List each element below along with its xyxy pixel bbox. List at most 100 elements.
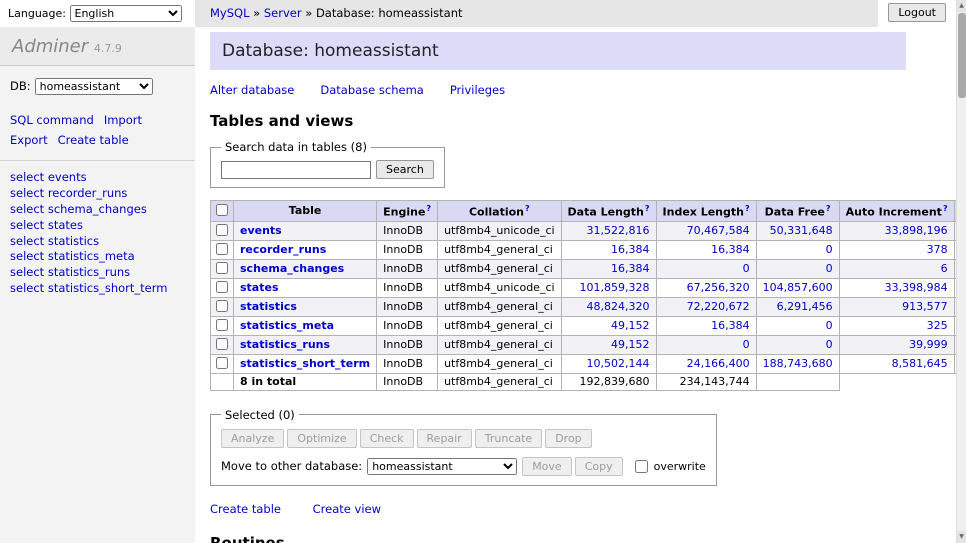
- language-select[interactable]: English: [70, 5, 182, 22]
- data-length-cell-link[interactable]: 16,384: [611, 262, 650, 275]
- move-button[interactable]: Move: [522, 457, 572, 476]
- database-nav-link[interactable]: Database schema: [320, 83, 423, 97]
- index-length-cell-link[interactable]: 72,220,672: [687, 300, 750, 313]
- row-checkbox[interactable]: [216, 243, 228, 255]
- data-length-cell-link[interactable]: 16,384: [611, 243, 650, 256]
- row-checkbox[interactable]: [216, 224, 228, 236]
- scrollbar-thumb[interactable]: [958, 13, 966, 98]
- overwrite-checkbox[interactable]: [635, 460, 648, 473]
- sidebar-select-link[interactable]: select events: [10, 170, 87, 184]
- search-button[interactable]: Search: [376, 160, 434, 179]
- row-checkbox[interactable]: [216, 281, 228, 293]
- sidebar-select-link[interactable]: select statistics_short_term: [10, 281, 167, 295]
- sidebar-action-link[interactable]: Export: [10, 133, 48, 147]
- table-name-link[interactable]: states: [240, 281, 279, 294]
- sidebar-select-link[interactable]: select states: [10, 218, 83, 232]
- table-name-link[interactable]: statistics_meta: [240, 319, 334, 332]
- truncate-button[interactable]: Truncate: [475, 429, 542, 448]
- index-length-cell-link[interactable]: 16,384: [711, 243, 750, 256]
- data-free-cell-link[interactable]: 188,743,680: [763, 357, 833, 370]
- data-free-cell-link[interactable]: 50,331,648: [770, 224, 833, 237]
- collation-cell: utf8mb4_general_ci: [438, 316, 561, 335]
- logout-button[interactable]: Logout: [888, 3, 946, 22]
- table-name-link[interactable]: recorder_runs: [240, 243, 326, 256]
- data-length-cell-link[interactable]: 49,152: [611, 338, 650, 351]
- row-checkbox[interactable]: [216, 262, 228, 274]
- sidebar-actions: SQL command Import Export Create table: [0, 99, 195, 160]
- auto-increment-cell-link[interactable]: 325: [927, 319, 948, 332]
- repair-button[interactable]: Repair: [417, 429, 472, 448]
- auto-increment-cell-link[interactable]: 8,581,645: [892, 357, 948, 370]
- table-name-link[interactable]: schema_changes: [240, 262, 344, 275]
- drop-button[interactable]: Drop: [545, 429, 591, 448]
- select-all-checkbox[interactable]: [216, 204, 228, 216]
- data-free-cell-link[interactable]: 0: [826, 319, 833, 332]
- data-free-cell-link[interactable]: 6,291,456: [777, 300, 833, 313]
- help-link[interactable]: ?: [826, 204, 831, 213]
- sidebar-select-link[interactable]: select recorder_runs: [10, 186, 127, 200]
- data-length-cell-link[interactable]: 49,152: [611, 319, 650, 332]
- index-length-cell-link[interactable]: 0: [743, 262, 750, 275]
- database-nav-link[interactable]: Alter database: [210, 83, 294, 97]
- auto-increment-cell-link[interactable]: 378: [927, 243, 948, 256]
- sidebar-select-link[interactable]: select schema_changes: [10, 202, 147, 216]
- analyze-button[interactable]: Analyze: [221, 429, 284, 448]
- vertical-scrollbar[interactable]: ▲ ▼: [956, 0, 966, 543]
- data-length-cell-link[interactable]: 10,502,144: [587, 357, 650, 370]
- sidebar-select-link[interactable]: select statistics: [10, 234, 99, 248]
- sidebar-action-link[interactable]: SQL command: [10, 113, 94, 127]
- auto-increment-cell-link[interactable]: 6: [941, 262, 948, 275]
- help-link[interactable]: ?: [426, 204, 431, 213]
- engine-cell: InnoDB: [377, 297, 438, 316]
- auto-increment-cell-link[interactable]: 913,577: [902, 300, 948, 313]
- database-nav-link[interactable]: Privileges: [450, 83, 505, 97]
- move-db-select[interactable]: homeassistant: [367, 458, 517, 475]
- help-link[interactable]: ?: [943, 204, 948, 213]
- data-free-cell-link[interactable]: 104,857,600: [763, 281, 833, 294]
- breadcrumb-link[interactable]: MySQL: [210, 6, 250, 20]
- create-view-link[interactable]: Create view: [313, 502, 381, 516]
- row-checkbox[interactable]: [216, 357, 228, 369]
- index-length-cell-link[interactable]: 0: [743, 338, 750, 351]
- sidebar-action-link[interactable]: Import: [104, 113, 142, 127]
- help-link[interactable]: ?: [525, 204, 530, 213]
- row-checkbox[interactable]: [216, 338, 228, 350]
- collation-cell: utf8mb4_general_ci: [438, 240, 561, 259]
- row-checkbox[interactable]: [216, 319, 228, 331]
- auto-increment-cell-link[interactable]: 39,999: [909, 338, 948, 351]
- data-length-cell-link[interactable]: 31,522,816: [587, 224, 650, 237]
- scroll-down-icon[interactable]: ▼: [957, 531, 966, 543]
- table-name-link[interactable]: statistics_short_term: [240, 357, 370, 370]
- data-length-cell-link[interactable]: 48,824,320: [587, 300, 650, 313]
- db-select[interactable]: homeassistant: [35, 78, 153, 95]
- index-length-cell-link[interactable]: 16,384: [711, 319, 750, 332]
- total-collation-cell: utf8mb4_general_ci: [438, 373, 561, 390]
- row-checkbox[interactable]: [216, 300, 228, 312]
- sidebar-select-link[interactable]: select statistics_meta: [10, 249, 135, 263]
- scroll-up-icon[interactable]: ▲: [957, 0, 966, 12]
- create-table-link[interactable]: Create table: [210, 502, 281, 516]
- data-length-cell-link[interactable]: 101,859,328: [580, 281, 650, 294]
- index-length-cell-link[interactable]: 70,467,584: [687, 224, 750, 237]
- table-name-link[interactable]: events: [240, 224, 282, 237]
- sidebar-select-link[interactable]: select statistics_runs: [10, 265, 130, 279]
- index-length-cell-link[interactable]: 67,256,320: [687, 281, 750, 294]
- copy-button[interactable]: Copy: [575, 457, 623, 476]
- optimize-button[interactable]: Optimize: [287, 429, 356, 448]
- data-free-cell-link[interactable]: 0: [826, 243, 833, 256]
- data-free-cell-link[interactable]: 0: [826, 262, 833, 275]
- search-input[interactable]: [221, 161, 371, 179]
- data-free-cell-link[interactable]: 0: [826, 338, 833, 351]
- table-name-link[interactable]: statistics: [240, 300, 297, 313]
- auto-increment-cell-link[interactable]: 33,398,984: [885, 281, 948, 294]
- check-button[interactable]: Check: [360, 429, 414, 448]
- sidebar-action-link[interactable]: Create table: [58, 133, 129, 147]
- row-check-cell: [211, 316, 234, 335]
- breadcrumb-link[interactable]: Server: [264, 6, 302, 20]
- index-length-cell-link[interactable]: 24,166,400: [687, 357, 750, 370]
- help-link[interactable]: ?: [745, 204, 750, 213]
- help-link[interactable]: ?: [645, 204, 650, 213]
- data-free-cell: 50,331,648: [756, 221, 839, 240]
- auto-increment-cell-link[interactable]: 33,898,196: [885, 224, 948, 237]
- table-name-link[interactable]: statistics_runs: [240, 338, 330, 351]
